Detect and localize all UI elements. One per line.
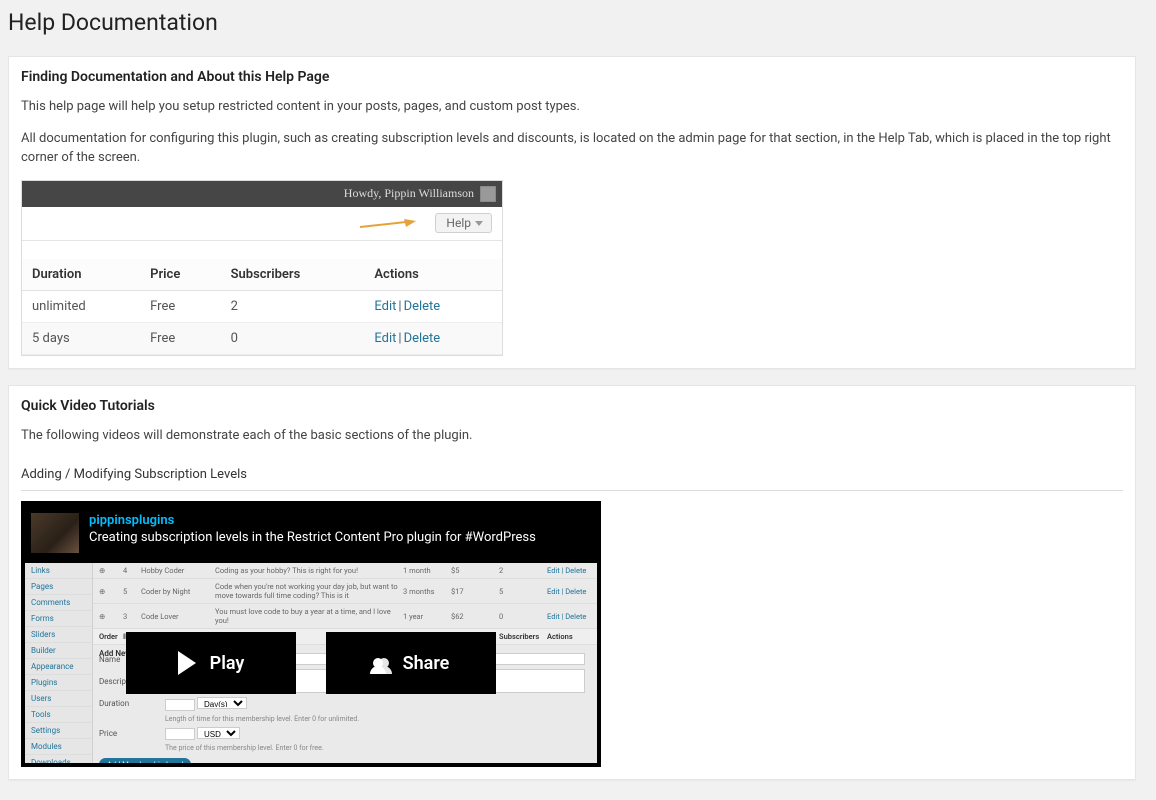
th-duration: Duration bbox=[22, 259, 140, 291]
box1-p2: All documentation for configuring this p… bbox=[21, 129, 1123, 168]
video-header: pippinsplugins Creating subscription lev… bbox=[25, 505, 597, 563]
action-separator: | bbox=[396, 331, 403, 346]
play-label: Play bbox=[210, 653, 245, 674]
th-subscribers: Subscribers bbox=[221, 259, 365, 291]
help-tab-screenshot: Howdy, Pippin Williamson Help Duration P… bbox=[21, 180, 503, 356]
video-title: Creating subscription levels in the Rest… bbox=[89, 530, 536, 545]
box1-p1: This help page will help you setup restr… bbox=[21, 97, 1123, 117]
th-actions: Actions bbox=[364, 259, 502, 291]
video-overlay: Play Share bbox=[25, 563, 597, 763]
cell-actions: Edit|Delete bbox=[364, 290, 502, 322]
help-tab-button[interactable]: Help bbox=[435, 213, 492, 233]
share-icon bbox=[373, 658, 389, 668]
cell-actions: Edit|Delete bbox=[364, 322, 502, 354]
arrow-icon bbox=[358, 219, 416, 231]
play-button[interactable]: Play bbox=[126, 632, 296, 694]
edit-link[interactable]: Edit bbox=[374, 331, 396, 346]
cell-subscribers: 0 bbox=[221, 322, 365, 354]
cell-subscribers: 2 bbox=[221, 290, 365, 322]
cell-price: Free bbox=[140, 322, 220, 354]
edit-link[interactable]: Edit bbox=[374, 299, 396, 314]
delete-link[interactable]: Delete bbox=[404, 331, 441, 346]
video-author-thumb[interactable] bbox=[31, 513, 79, 553]
delete-link[interactable]: Delete bbox=[404, 299, 441, 314]
box1-heading: Finding Documentation and About this Hel… bbox=[21, 69, 1123, 85]
box-finding-documentation: Finding Documentation and About this Hel… bbox=[8, 56, 1136, 369]
mock-levels-table: Duration Price Subscribers Actions unlim… bbox=[22, 259, 502, 355]
video-embed: pippinsplugins Creating subscription lev… bbox=[21, 501, 601, 767]
mock-admin-bar: Howdy, Pippin Williamson bbox=[22, 181, 502, 207]
cell-duration: 5 days bbox=[22, 322, 140, 354]
howdy-text: Howdy, Pippin Williamson bbox=[344, 186, 474, 201]
help-tab-label: Help bbox=[446, 216, 471, 230]
box2-heading: Quick Video Tutorials bbox=[21, 398, 1123, 414]
chevron-down-icon bbox=[475, 221, 483, 226]
avatar-icon bbox=[480, 186, 496, 202]
cell-price: Free bbox=[140, 290, 220, 322]
box2-p1: The following videos will demonstrate ea… bbox=[21, 426, 1123, 446]
page-title: Help Documentation bbox=[8, 0, 1136, 40]
box-video-tutorials: Quick Video Tutorials The following vide… bbox=[8, 385, 1136, 781]
share-button[interactable]: Share bbox=[326, 632, 496, 694]
table-row: 5 days Free 0 Edit|Delete bbox=[22, 322, 502, 354]
mock-help-row: Help bbox=[22, 207, 502, 241]
video-section-heading: Adding / Modifying Subscription Levels bbox=[21, 467, 1123, 491]
share-label: Share bbox=[403, 653, 450, 674]
video-author-link[interactable]: pippinsplugins bbox=[89, 513, 536, 528]
cell-duration: unlimited bbox=[22, 290, 140, 322]
video-preview-frame: Links Pages Comments Forms Sliders Build… bbox=[25, 563, 597, 763]
action-separator: | bbox=[396, 299, 403, 314]
play-icon bbox=[178, 651, 196, 675]
table-row: unlimited Free 2 Edit|Delete bbox=[22, 290, 502, 322]
th-price: Price bbox=[140, 259, 220, 291]
